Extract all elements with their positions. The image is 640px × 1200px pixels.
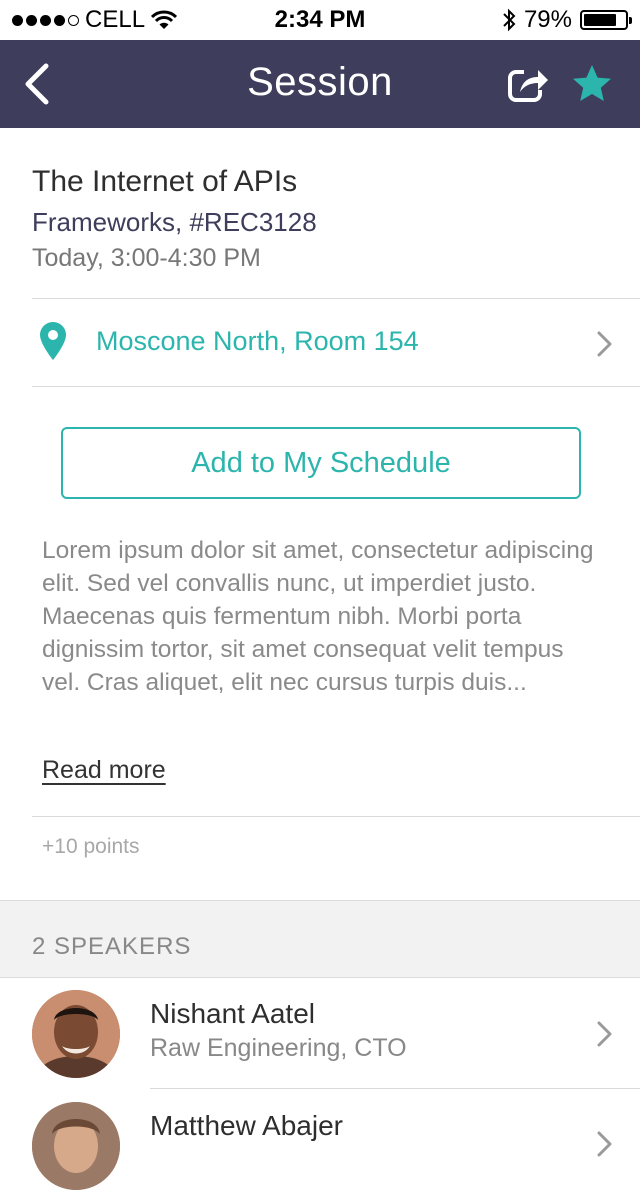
- speaker-row[interactable]: Matthew Abajer: [0, 1090, 640, 1200]
- add-to-schedule-button[interactable]: Add to My Schedule: [61, 427, 581, 499]
- session-title: The Internet of APIs: [32, 165, 298, 198]
- chevron-right-icon: [597, 1021, 612, 1047]
- session-header: The Internet of APIs Frameworks, #REC312…: [32, 160, 612, 276]
- speaker-role: Raw Engineering, CTO: [150, 1034, 407, 1062]
- speaker-name: Matthew Abajer: [150, 1110, 343, 1141]
- speaker-name: Nishant Aatel: [150, 998, 315, 1029]
- location-pin-icon: [40, 322, 66, 360]
- divider: [32, 298, 640, 299]
- divider: [150, 1088, 640, 1089]
- bluetooth-icon: [503, 8, 516, 32]
- session-track: Frameworks, #REC3128: [32, 207, 317, 237]
- session-time: Today, 3:00-4:30 PM: [32, 244, 261, 272]
- speaker-avatar: [32, 1102, 120, 1190]
- share-icon[interactable]: [506, 64, 550, 104]
- battery-percent: 79%: [523, 6, 572, 33]
- chevron-right-icon: [597, 331, 612, 357]
- speaker-row[interactable]: Nishant Aatel Raw Engineering, CTO: [0, 978, 640, 1088]
- session-description: Lorem ipsum dolor sit amet, consectetur …: [42, 537, 594, 696]
- speakers-count-label: 2 SPEAKERS: [32, 933, 192, 960]
- status-bar: CELL 2:34 PM 79%: [0, 0, 640, 40]
- favorite-star-icon[interactable]: [570, 62, 614, 106]
- divider: [32, 386, 640, 387]
- points-label: +10 points: [42, 835, 140, 858]
- navigation-bar: Session: [0, 40, 640, 128]
- divider: [32, 816, 640, 817]
- location-label: Moscone North, Room 154: [96, 326, 419, 356]
- location-row[interactable]: Moscone North, Room 154: [32, 300, 640, 386]
- battery-icon: [580, 10, 632, 30]
- system-status: 79%: [502, 6, 632, 34]
- battery-level: [584, 14, 616, 26]
- read-more-link[interactable]: Read more: [42, 756, 166, 785]
- chevron-right-icon: [597, 1131, 612, 1157]
- speakers-section-header: 2 SPEAKERS: [0, 900, 640, 978]
- speaker-avatar: [32, 990, 120, 1078]
